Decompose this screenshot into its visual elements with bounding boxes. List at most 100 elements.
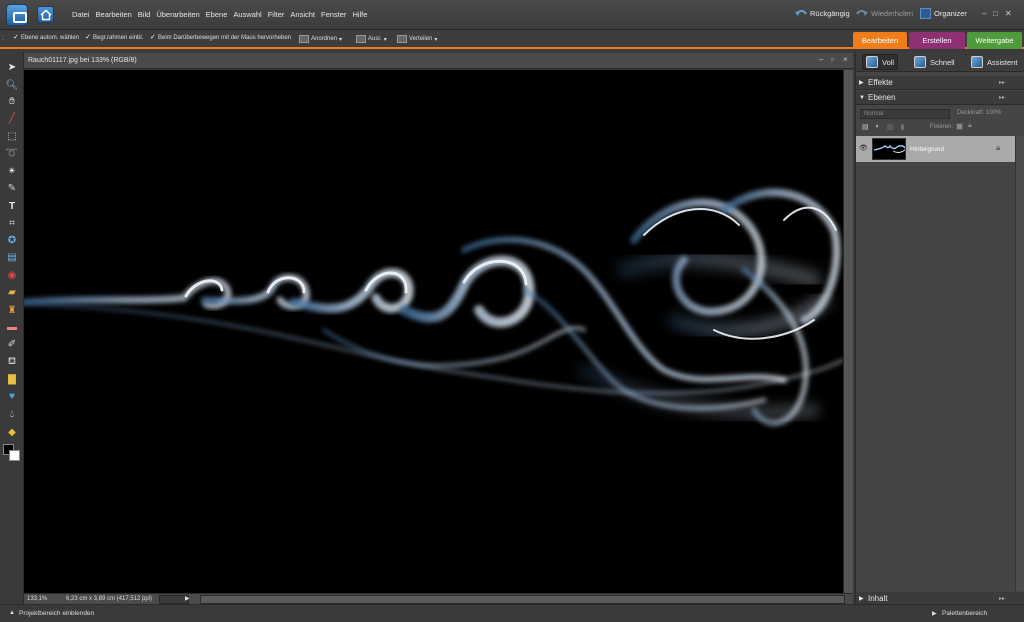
tab-voll-label: Voll [882,57,895,67]
bounding-box-checkbox[interactable]: Begr.rahmen einbl. [85,33,144,41]
maximize-button[interactable]: □ [993,9,998,18]
effects-label: Effekte [868,78,893,87]
chevron-down-icon: ▾ [434,36,438,43]
quick-edit-icon [914,56,926,68]
guided-edit-icon [971,56,983,68]
menu-hilfe[interactable]: Hilfe [352,10,367,19]
marquee-tool-icon[interactable]: ⬚ [5,129,19,143]
home-icon [40,9,52,21]
lock-label: Fixieren: [930,124,954,130]
lasso-tool-icon[interactable]: ➰ [5,146,19,160]
layer-name[interactable]: Hintergrund [910,146,944,153]
menu-bearbeiten[interactable]: Bearbeiten [96,10,132,19]
eraser-tool-icon[interactable]: ▬ [5,320,19,334]
redo-button[interactable]: Wiederholen [856,9,913,18]
arrange-dropdown[interactable]: Anordnen ▾ [299,35,342,43]
menu-ueberarbeiten[interactable]: Überarbeiten [156,10,199,19]
sponge-tool-icon[interactable]: ◆ [5,425,19,439]
cookie-cutter-tool-icon[interactable]: ✪ [5,233,19,247]
menu-auswahl[interactable]: Auswahl [233,10,261,19]
background-color-swatch[interactable] [9,450,20,461]
adjustment-layer-icon[interactable]: ◐ [876,123,880,131]
doc-restore-button[interactable]: ▫ [831,55,834,64]
tab-bearbeiten[interactable]: Bearbeiten [853,32,907,49]
image-canvas[interactable] [24,70,843,593]
distribute-dropdown[interactable]: Verteilen ▾ [397,35,437,43]
type-tool-icon[interactable]: T [5,199,19,213]
tab-weitergabe[interactable]: Weitergabe [967,32,1022,49]
close-button[interactable]: ✕ [1005,9,1012,18]
options-bar: ⁚ Ebene autom. wählen Begr.rahmen einbl.… [0,31,1024,49]
tab-schnell[interactable]: Schnell [911,54,958,70]
highlight-label: Beim Darüberbewegen mit der Maus hervorh… [158,35,292,41]
home-button[interactable] [37,6,54,23]
blur-tool-icon[interactable]: 💧︎ [5,407,19,421]
highlight-checkbox[interactable]: Beim Darüberbewegen mit der Maus hervorh… [150,33,292,41]
bounding-box-label: Begr.rahmen einbl. [93,35,144,41]
lock-pixels-icon[interactable] [956,123,963,130]
eye-visibility-icon[interactable]: 👁︎ [859,144,868,152]
opacity-label: Deckkraft: [957,110,985,116]
gradient-tool-icon[interactable]: ▇ [5,372,19,386]
opacity-value[interactable]: 100% [986,110,1001,116]
menu-filter[interactable]: Filter [268,10,285,19]
layer-thumbnail [872,138,906,160]
layers-label: Ebenen [868,93,896,102]
new-layer-icon[interactable]: ▤ [862,123,869,131]
blend-mode-select[interactable]: Normal [860,109,950,119]
organizer-button[interactable]: Organizer [920,8,967,19]
blend-mode-value: Normal [864,111,884,117]
align-dropdown[interactable]: Ausr. ▾ [356,35,387,43]
undo-button[interactable]: Rückgängig [795,9,850,18]
layers-scrollbar[interactable] [1015,136,1024,591]
redo-icon [856,10,868,16]
lock-transparency-icon[interactable]: ▮ [900,123,904,131]
minimize-button[interactable]: – [982,9,986,18]
undo-label: Rückgängig [810,9,850,18]
lock-icon: 🔒︎ [996,143,1001,152]
quick-selection-tool-icon[interactable]: ✎ [5,181,19,195]
tab-erstellen[interactable]: Erstellen [909,32,965,49]
doc-minimize-button[interactable]: – [819,55,823,64]
red-eye-tool-icon[interactable]: ◉ [5,268,19,282]
menu-datei[interactable]: Datei [72,10,90,19]
paint-bucket-tool-icon[interactable]: ⛾ [5,355,19,369]
main-menu: Datei Bearbeiten Bild Überarbeiten Ebene… [72,10,367,19]
panel-menu-icon[interactable]: ▸▸ [999,91,1005,105]
panel-menu-icon[interactable]: ▸▸ [999,76,1005,90]
horizontal-scrollbar[interactable] [200,595,845,604]
eyedropper-tool-icon[interactable]: ╱ [5,111,19,125]
document-tab[interactable]: Rauch01117.jpg bei 133% (RGB/8) – ▫ × [24,53,853,69]
layer-row-background[interactable]: 👁︎ Hintergrund 🔒︎ [856,136,1015,162]
menu-fenster[interactable]: Fenster [321,10,346,19]
brush-tool-icon[interactable]: ✐ [5,337,19,351]
clone-stamp-tool-icon[interactable]: ♜ [5,303,19,317]
align-label: Ausr. [368,36,382,42]
custom-shape-tool-icon[interactable]: ♥ [5,389,19,403]
move-tool-icon[interactable]: ➤ [5,60,19,74]
triangle-up-icon: ▲ [9,610,15,616]
zoom-tool-icon[interactable]: 🔍︎ [5,78,19,92]
menu-bild[interactable]: Bild [138,10,151,19]
project-bin-toggle[interactable]: Projektbereich einblenden [19,610,94,617]
tab-voll[interactable]: Voll [862,54,899,70]
crop-tool-icon[interactable]: ⌗ [5,216,19,230]
doc-close-button[interactable]: × [843,55,848,64]
healing-brush-tool-icon[interactable]: ▰ [5,285,19,299]
tab-assistent[interactable]: Assistent [968,54,1020,70]
palette-bin-toggle[interactable]: Palettenbereich [942,610,987,617]
bottom-bar: ▲ Projektbereich einblenden ▶ Palettenbe… [0,604,1024,622]
auto-select-checkbox[interactable]: Ebene autom. wählen [13,33,79,41]
hand-tool-icon[interactable]: ✋︎ [5,94,19,108]
menu-ebene[interactable]: Ebene [206,10,228,19]
delete-layer-icon[interactable]: ▥ [887,123,894,131]
straighten-tool-icon[interactable]: ▤ [5,250,19,264]
magic-wand-tool-icon[interactable]: ✴ [5,164,19,178]
vertical-scrollbar[interactable] [843,70,853,593]
effects-panel-header[interactable]: ▶ Effekte ▸▸ [856,76,1024,90]
zoom-level[interactable]: 133,1% [27,596,47,602]
lock-all-icon[interactable]: 🔒︎ [968,122,972,130]
layers-panel-header[interactable]: ▼ Ebenen ▸▸ [856,91,1024,105]
menu-ansicht[interactable]: Ansicht [290,10,315,19]
triangle-right-icon: ▶ [185,596,190,602]
